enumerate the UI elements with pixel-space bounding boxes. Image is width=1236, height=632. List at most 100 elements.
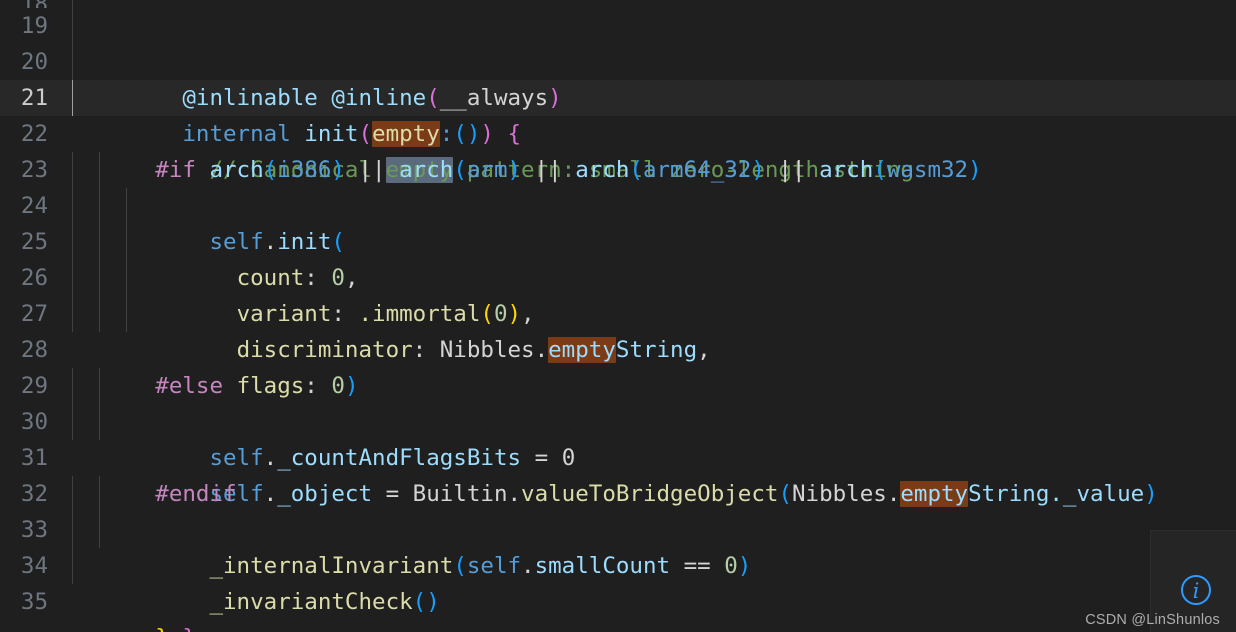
token-argument: __always: [439, 85, 549, 111]
indent-guide: [99, 260, 100, 296]
token-bracket: (: [426, 85, 440, 111]
token-colon: :: [331, 301, 359, 327]
indent-guide: [72, 152, 73, 188]
token-bracket: (: [778, 481, 792, 507]
info-icon[interactable]: i: [1181, 575, 1211, 605]
token-bracket: ): [507, 301, 522, 327]
indent-guide: [99, 368, 100, 404]
line-content[interactable]: count: 0,: [62, 188, 1236, 291]
token-self: self: [209, 229, 264, 255]
token-bracket: (: [263, 157, 278, 183]
token-number: 0: [561, 445, 576, 471]
token-directive: #endif: [155, 481, 237, 507]
token-bracket: (: [331, 229, 345, 255]
token-colon: :: [439, 121, 454, 147]
line-content[interactable]: internal init(empty:()) {: [62, 44, 1236, 147]
token-property: ._value: [1049, 481, 1145, 507]
editor-line[interactable]: 18: [0, 0, 1236, 8]
line-content[interactable]: [62, 0, 1236, 8]
line-number: 33: [0, 512, 62, 548]
line-number-active: 21: [0, 80, 62, 116]
token-property: _countAndFlagsBits: [277, 445, 522, 471]
line-number: 26: [0, 260, 62, 296]
token-colon: :: [412, 337, 440, 363]
indent-guide: [99, 224, 100, 260]
indent-guide: [72, 260, 73, 296]
token-bracket: (: [453, 157, 467, 183]
line-number: 29: [0, 368, 62, 404]
token-bracket: {: [507, 121, 522, 147]
indent-guides: [62, 8, 1236, 44]
token-bracket: (: [480, 301, 494, 327]
token-bracket: ): [1144, 481, 1158, 507]
editor-line[interactable]: 20 internal init(empty:()) {: [0, 44, 1236, 147]
token-case: .immortal: [358, 301, 481, 327]
token-colon: :: [304, 265, 332, 291]
indent-guide: [72, 296, 73, 332]
token-number: 0: [493, 301, 508, 327]
token-function: arch: [819, 157, 874, 183]
token-comma: ,: [344, 265, 359, 291]
token-bracket: ): [344, 373, 359, 399]
token-dot: .: [507, 481, 522, 507]
token-type: Nibbles: [439, 337, 535, 363]
indent-guide: [72, 548, 73, 584]
token-arch: arm64_32: [642, 157, 752, 183]
token-bracket: }: [182, 625, 196, 632]
token-self: self: [209, 445, 264, 471]
token-property: smallCount: [534, 553, 671, 579]
token-operator: ==: [670, 553, 725, 579]
token-bracket: (: [629, 157, 643, 183]
token-function: init: [304, 121, 359, 147]
token-bracket: }: [155, 625, 169, 632]
token-operator: ||: [521, 157, 576, 183]
token-attribute: @inlinable @inline: [182, 85, 427, 111]
token-bracket: ): [968, 157, 982, 183]
indent-guide-active: [72, 80, 73, 116]
line-content[interactable]: _invariantCheck(): [62, 512, 1236, 615]
token-number: 0: [331, 265, 345, 291]
line-content[interactable]: @inlinable @inline(__always): [62, 8, 1236, 111]
indent-guides: [62, 404, 1236, 440]
editor-line[interactable]: 19 @inlinable @inline(__always): [0, 8, 1236, 111]
line-number: 24: [0, 188, 62, 224]
indent-guide: [72, 44, 73, 80]
editor-line[interactable]: 30 self._object = Builtin.valueToBridgeO…: [0, 404, 1236, 507]
token-property: String: [968, 481, 1050, 507]
editor-line[interactable]: 33 _invariantCheck(): [0, 512, 1236, 615]
token-label: discriminator: [236, 337, 413, 363]
token-bracket: ): [507, 157, 522, 183]
token-bracket: ): [331, 157, 345, 183]
indent-guide: [72, 404, 73, 440]
watermark: CSDN @LinShunlos: [1085, 612, 1220, 628]
token-self: self: [466, 553, 522, 579]
token-type: Builtin: [412, 481, 508, 507]
token-property: _object: [277, 481, 373, 507]
token-bracket: ): [548, 85, 562, 111]
editor-line[interactable]: 24 count: 0,: [0, 188, 1236, 291]
token-bracket: ): [737, 553, 752, 579]
line-content[interactable]: self._object = Builtin.valueToBridgeObje…: [62, 404, 1236, 507]
line-number: 20: [0, 44, 62, 80]
indent-guide: [99, 296, 100, 332]
indent-guide: [72, 476, 73, 512]
indent-guide: [72, 8, 73, 44]
indent-guide: [126, 296, 127, 332]
line-number: 19: [0, 8, 62, 44]
indent-guides: [62, 188, 1236, 224]
token-bracket: ): [466, 121, 481, 147]
line-number: 18: [0, 0, 62, 8]
token-directive: #else: [155, 373, 224, 399]
token-function: init: [277, 229, 332, 255]
token-dot: .: [886, 481, 901, 507]
token-operator: ||: [344, 157, 400, 183]
token-label: flags: [236, 373, 305, 399]
line-number: 23: [0, 152, 62, 188]
indent-guide: [72, 0, 73, 8]
indent-guide: [72, 224, 73, 260]
code-editor[interactable]: 18 19 @inlinable @inline(__always) 20 in…: [0, 0, 1236, 632]
line-number: 30: [0, 404, 62, 440]
